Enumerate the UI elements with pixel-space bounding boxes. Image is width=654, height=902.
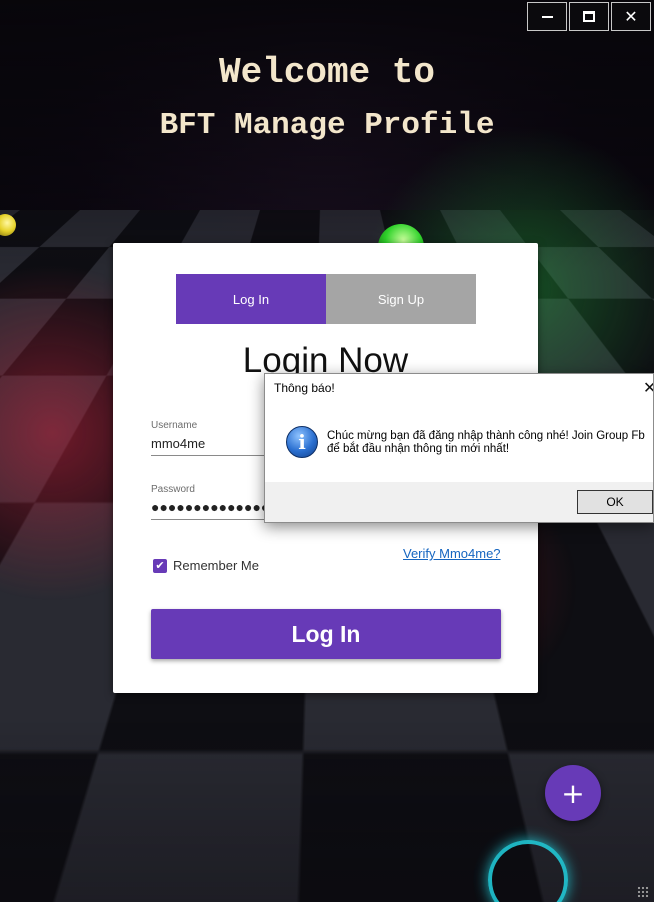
ok-button[interactable]: OK [577,490,653,514]
close-button[interactable]: ✕ [611,2,651,31]
dialog-message: Chúc mừng bạn đã đăng nhập thành công nh… [327,430,645,455]
auth-tabs: Log In Sign Up [176,274,476,324]
verify-link[interactable]: Verify Mmo4me? [403,546,501,561]
welcome-title: Welcome to [218,52,436,93]
dialog-title: Thông báo! [274,381,335,395]
message-dialog: Thông báo! ✕ i Chúc mừng bạn đã đăng nhậ… [264,373,654,523]
login-button[interactable]: Log In [151,609,501,659]
username-label: Username [151,420,198,431]
remember-me-checkbox[interactable]: ✔ Remember Me [153,558,259,573]
tab-sign-up[interactable]: Sign Up [326,274,476,324]
minimize-button[interactable] [527,2,567,31]
password-label: Password [151,484,195,495]
tab-log-in[interactable]: Log In [176,274,326,324]
resize-grip[interactable] [637,886,649,898]
info-icon: i [286,426,318,458]
remember-me-label: Remember Me [173,558,259,573]
close-icon: ✕ [624,6,638,26]
app-title: BFT Manage Profile [159,108,495,143]
maximize-icon [583,11,595,22]
checkmark-icon: ✔ [153,558,167,573]
maximize-button[interactable] [569,2,609,31]
add-button[interactable]: + [545,765,601,821]
dialog-close-icon[interactable]: ✕ [643,378,653,397]
minimize-icon [541,15,553,18]
plus-icon: + [561,776,585,810]
